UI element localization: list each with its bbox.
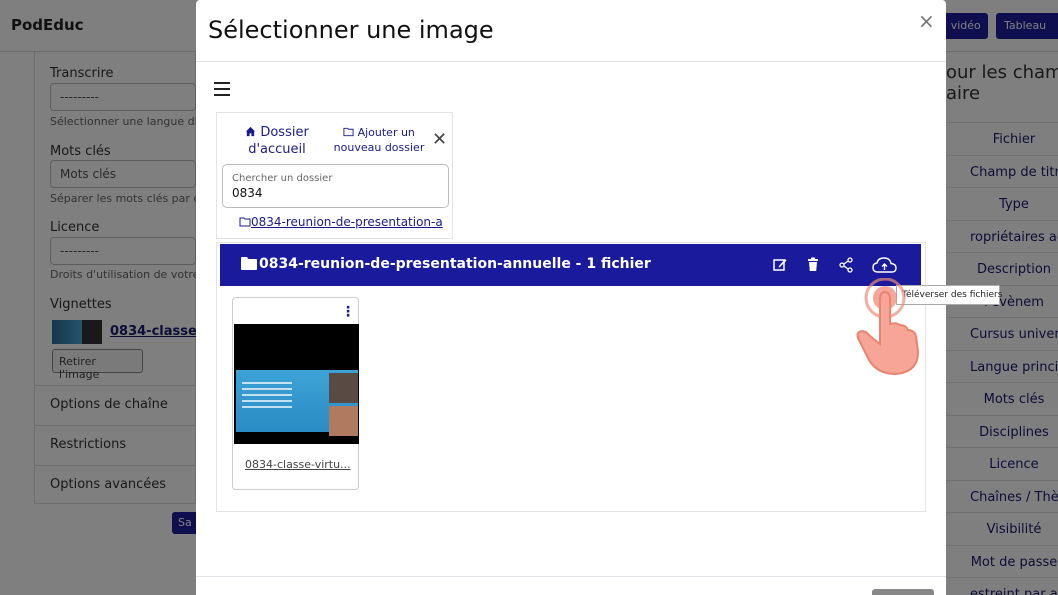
- close-panel-icon[interactable]: ✕: [432, 129, 447, 150]
- trash-icon[interactable]: [804, 256, 822, 274]
- upload-cloud-icon[interactable]: [872, 256, 898, 274]
- folder-header-bar: 0834-reunion-de-presentation-annuelle - …: [220, 244, 921, 286]
- file-name-link[interactable]: 0834-classe-virtu...: [245, 458, 351, 471]
- participant-avatar: [329, 406, 358, 436]
- folder-panel: Dossier d'accueil Ajouter un nouveau dos…: [216, 112, 453, 239]
- modal-header: Sélectionner une image ×: [196, 0, 946, 62]
- modal-footer: [196, 576, 946, 595]
- modal-title: Sélectionner une image: [208, 16, 494, 44]
- select-image-modal: Sélectionner une image × Dossier d'accue…: [196, 0, 946, 595]
- share-icon[interactable]: [837, 256, 855, 274]
- menu-icon[interactable]: [214, 82, 230, 96]
- folder-result-link[interactable]: 0834-reunion-de-presentation-a: [239, 215, 449, 229]
- rename-icon[interactable]: [771, 256, 789, 274]
- folder-header-title: 0834-reunion-de-presentation-annuelle - …: [259, 256, 651, 272]
- participant-avatar: [329, 373, 358, 403]
- folder-search-label: Chercher un dossier: [232, 173, 333, 184]
- folder-plus-icon: [343, 127, 354, 137]
- folder-icon: [241, 257, 257, 270]
- home-folder-label: Dossier d'accueil: [248, 125, 309, 157]
- pointer-hand-icon: [856, 278, 920, 376]
- folder-search-value: 0834: [232, 186, 263, 200]
- more-vertical-icon[interactable]: ⋮: [341, 304, 355, 320]
- footer-close-button[interactable]: [872, 589, 934, 595]
- file-card[interactable]: ⋮ 0834-classe-virtu...: [232, 297, 359, 490]
- close-icon[interactable]: ×: [918, 9, 935, 33]
- home-icon: [246, 126, 256, 137]
- add-folder-link[interactable]: Ajouter un nouveau dossier: [329, 125, 429, 155]
- folder-search-input[interactable]: Chercher un dossier 0834: [222, 164, 449, 208]
- home-folder-link[interactable]: Dossier d'accueil: [231, 124, 323, 158]
- folder-icon: [239, 217, 251, 227]
- folder-result-label: 0834-reunion-de-presentation-a: [251, 215, 443, 229]
- file-thumbnail: [234, 324, 359, 444]
